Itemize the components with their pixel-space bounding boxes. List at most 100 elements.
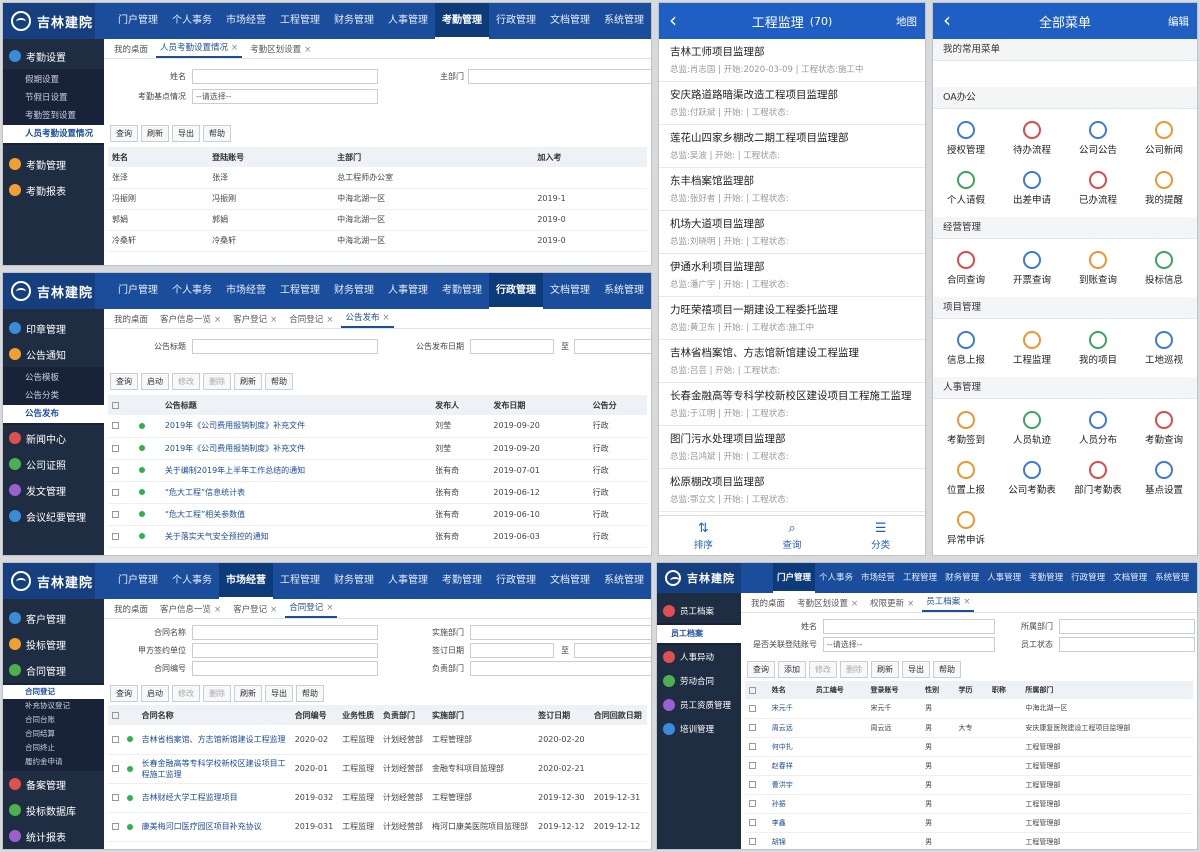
toolbar-button[interactable]: 刷新 — [871, 660, 899, 678]
project-item[interactable]: 安庆路道路暗渠改造工程项目监理部 总监:付跃斌 | 开始: | 工程状态: — [659, 82, 925, 125]
row-checkbox[interactable] — [749, 704, 756, 712]
table-row[interactable]: 冯振刚 冯振刚 中海北湖一区 2019-1 — [108, 188, 647, 210]
table-cell[interactable]: 2019年《公司费用报销制度》补充文件 — [160, 437, 432, 460]
sidebar-subitem[interactable]: 考勤签到设置 — [3, 107, 104, 125]
nav-item[interactable]: 人事管理 — [381, 3, 435, 39]
row-checkbox[interactable] — [112, 735, 119, 743]
nav-item[interactable]: 文档管理 — [1109, 563, 1151, 593]
tab-item[interactable]: 我的桌面 — [110, 43, 152, 58]
table-cell[interactable]: 关于落实天气安全预控的通知 — [160, 525, 432, 548]
table-row[interactable]: 胡锦 男 工程管理部 — [745, 832, 1193, 849]
table-cell[interactable]: 宋元千 — [767, 699, 812, 719]
nav-item[interactable]: 财务管理 — [327, 3, 381, 39]
tab-item[interactable]: 我的桌面 — [747, 597, 789, 612]
nav-item[interactable]: 系统管理 — [597, 563, 651, 599]
menu-item[interactable]: 投标信息 — [1131, 243, 1197, 293]
sidebar-group[interactable]: 投标数据库 — [3, 797, 104, 823]
table-cell[interactable]: “危大工程”相关参数值 — [160, 503, 432, 526]
close-icon[interactable]: × — [214, 605, 221, 615]
menu-item[interactable]: 我的提醒 — [1131, 163, 1197, 213]
nav-item[interactable]: 考勤管理 — [1025, 563, 1067, 593]
sidebar-group-attendance-settings[interactable]: 考勤设置 — [3, 43, 104, 69]
row-checkbox[interactable] — [749, 800, 756, 807]
sidebar-group[interactable]: 投标管理 — [3, 631, 104, 657]
sidebar-subitem[interactable]: 合同台账 — [3, 713, 104, 727]
impl-dept-select[interactable] — [470, 625, 651, 640]
row-checkbox[interactable] — [749, 781, 756, 788]
tab-item[interactable]: 我的桌面 — [110, 313, 152, 328]
contract-no-input[interactable] — [192, 661, 378, 676]
nav-item[interactable]: 市场经营 — [219, 3, 273, 39]
table-row[interactable]: 康美梅河口医疗园区项目补充协议 2019-031 工程监理 计划经营部 梅河口康美医院项… — [108, 812, 647, 842]
category-button[interactable]: ☰ 分类 — [836, 516, 925, 555]
toolbar-button[interactable]: 刷新 — [234, 684, 262, 702]
table-row[interactable]: “危大工程”相关参数值 张有奇 2019-06-10 行政 — [108, 503, 647, 526]
row-checkbox[interactable] — [112, 510, 119, 518]
menu-item[interactable]: 人员轨迹 — [999, 403, 1065, 453]
select-all-checkbox[interactable] — [749, 686, 756, 694]
nav-item[interactable]: 考勤管理 — [435, 563, 489, 599]
row-checkbox[interactable] — [112, 794, 119, 801]
menu-item[interactable]: 基点设置 — [1131, 453, 1197, 503]
contract-name-input[interactable] — [192, 625, 378, 640]
sidebar-group[interactable]: 员工资质管理 — [657, 693, 741, 717]
close-icon[interactable]: × — [231, 43, 238, 53]
toolbar-button[interactable]: 帮助 — [933, 660, 961, 678]
row-checkbox[interactable] — [749, 743, 756, 750]
nav-item[interactable]: 个人事务 — [165, 563, 219, 599]
table-cell[interactable]: 李鑫 — [767, 813, 812, 833]
toolbar-button[interactable]: 查询 — [747, 660, 775, 678]
sidebar-group[interactable]: 劳动合同 — [657, 669, 741, 693]
sidebar-subitem[interactable]: 人员考勤设置情况 — [3, 125, 104, 143]
nav-item[interactable]: 人事管理 — [381, 563, 435, 599]
point-select[interactable]: --请选择-- — [192, 89, 378, 104]
sidebar-subitem[interactable]: 公告发布 — [3, 405, 104, 423]
tab-item[interactable]: 考勤区划设置 × — [793, 597, 862, 612]
tab-item[interactable]: 员工档案 × — [922, 595, 975, 612]
row-checkbox[interactable] — [112, 466, 119, 474]
tab-item[interactable]: 客户登记 × — [229, 313, 281, 328]
map-button[interactable]: 地图 — [896, 14, 917, 29]
nav-item[interactable]: 行政管理 — [489, 3, 543, 39]
table-row[interactable]: 吉林省档案馆、方志馆新馆建设工程监理 2020-02 工程监理 计划经营部 工程管理部 2… — [108, 725, 647, 755]
table-row[interactable]: 冷桑轩 冷桑轩 中海北湖一区 2019-0 — [108, 230, 647, 252]
toolbar-button[interactable]: 刷新 — [234, 372, 262, 390]
select-all-checkbox[interactable] — [112, 401, 119, 409]
nav-item[interactable]: 工程管理 — [273, 563, 327, 599]
menu-item[interactable]: 待办流程 — [999, 113, 1065, 163]
sidebar-group[interactable]: 会议纪要管理 — [3, 503, 104, 529]
close-icon[interactable]: × — [326, 315, 333, 325]
table-row[interactable]: 吉林财经大学工程监理项目 2019-032 工程监理 计划经营部 工程管理部 2019-1… — [108, 783, 647, 813]
project-item[interactable]: 东丰档案馆监理部 总监:张好者 | 开始: | 工程状态: — [659, 168, 925, 211]
table-cell[interactable]: 长春金融高等专科学校新校区建设项目工程施工监理 — [137, 754, 291, 784]
toolbar-button[interactable]: 导出 — [265, 684, 293, 702]
project-item[interactable]: 力旺荣禧项目一期建设工程委托监理 总监:黄卫东 | 开始: | 工程状态:施工中 — [659, 297, 925, 340]
table-cell[interactable]: “危大工程”信息统计表 — [160, 481, 432, 504]
menu-item[interactable]: 工程监理 — [999, 323, 1065, 373]
table-row[interactable]: 关于编制2019年上半年工作总结的通知 张有奇 2019-07-01 行政 — [108, 459, 647, 482]
table-row[interactable]: 2019年《公司费用报销制度》补充文件 刘莹 2019-09-20 行政 — [108, 415, 647, 438]
select-all-checkbox[interactable] — [112, 711, 119, 719]
sidebar-subitem[interactable]: 公告模板 — [3, 369, 104, 387]
nav-item[interactable]: 财务管理 — [941, 563, 983, 593]
nav-item[interactable]: 工程管理 — [899, 563, 941, 593]
toolbar-button[interactable]: 删除 — [203, 684, 231, 702]
table-row[interactable]: 孙振 男 工程管理部 — [745, 794, 1193, 814]
sidebar-subitem[interactable]: 假期设置 — [3, 71, 104, 89]
toolbar-button[interactable]: 查询 — [110, 372, 138, 390]
nav-item[interactable]: 行政管理 — [1067, 563, 1109, 593]
tab-item[interactable]: 客户信息一览 × — [156, 603, 225, 618]
nav-item[interactable]: 工程管理 — [273, 273, 327, 309]
toolbar-button[interactable]: 帮助 — [296, 684, 324, 702]
dept-select[interactable] — [1059, 619, 1195, 634]
nav-item[interactable]: 系统管理 — [1151, 563, 1193, 593]
table-cell[interactable]: 吉林财经大学工程监理项目 — [137, 783, 291, 813]
close-icon[interactable]: × — [851, 599, 858, 609]
nav-item[interactable]: 工程管理 — [273, 3, 327, 39]
menu-item[interactable]: 部门考勤表 — [1065, 453, 1131, 503]
toolbar-button[interactable]: 查询 — [110, 684, 138, 702]
toolbar-button[interactable]: 导出 — [172, 124, 200, 142]
sign-date-start[interactable] — [470, 643, 554, 658]
menu-item[interactable]: 到账查询 — [1065, 243, 1131, 293]
tab-item[interactable]: 客户信息一览 × — [156, 313, 225, 328]
